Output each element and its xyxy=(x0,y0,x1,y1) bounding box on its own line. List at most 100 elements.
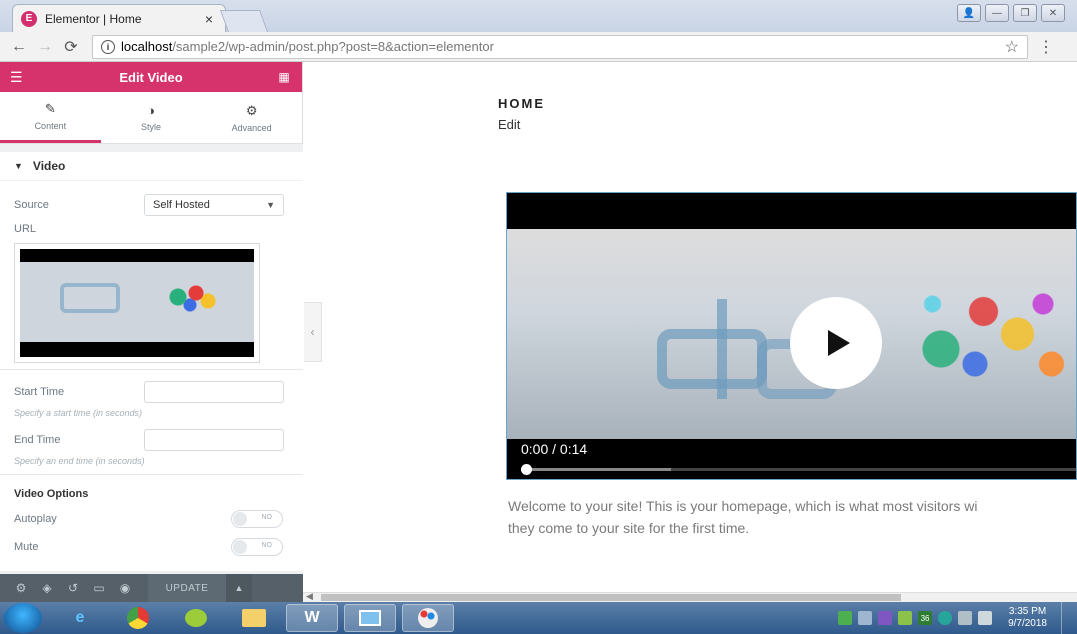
start-button[interactable] xyxy=(4,603,42,633)
url-host: localhost xyxy=(121,39,173,54)
address-bar-row: ← → ⟳ i localhost/sample2/wp-admin/post.… xyxy=(0,32,1077,62)
preview-eye-icon[interactable]: ◉ xyxy=(112,581,138,595)
play-button[interactable] xyxy=(790,297,882,389)
video-thumbnail xyxy=(20,249,254,357)
tab-advanced[interactable]: ⚙ Advanced xyxy=(201,92,302,143)
word-icon[interactable]: W xyxy=(286,604,338,632)
paint-icon[interactable] xyxy=(402,604,454,632)
progress-handle[interactable] xyxy=(521,464,532,475)
elementor-panel: ☰ Edit Video ▦ ✎ Content ◑ Style ⚙ Advan… xyxy=(0,62,303,602)
tab-content[interactable]: ✎ Content xyxy=(0,92,101,143)
browser-tab-strip: E Elementor | Home × 👤 — ❐ ✕ xyxy=(0,0,1077,32)
navigator-icon[interactable]: ◈ xyxy=(34,581,60,595)
edit-link[interactable]: Edit xyxy=(498,117,520,132)
screen: E Elementor | Home × 👤 — ❐ ✕ ← → ⟳ i loc… xyxy=(0,0,1077,634)
back-button[interactable]: ← xyxy=(8,38,30,56)
show-desktop-button[interactable] xyxy=(1061,602,1073,634)
panel-body: ▼ Video Source Self Hosted ▼ URL Start T… xyxy=(0,144,303,574)
history-icon[interactable]: ↺ xyxy=(60,581,86,595)
new-tab-button[interactable] xyxy=(219,10,269,32)
divider xyxy=(0,369,303,370)
browser-tab[interactable]: E Elementor | Home × xyxy=(12,4,226,32)
widgets-grid-icon[interactable]: ▦ xyxy=(276,70,292,84)
url-path: /sample2/wp-admin/post.php?post=8&action… xyxy=(172,39,494,54)
update-button[interactable]: UPDATE xyxy=(148,574,226,602)
internet-explorer-icon[interactable]: e xyxy=(54,604,106,632)
volume-icon[interactable] xyxy=(978,611,993,625)
close-window-button[interactable]: ✕ xyxy=(1041,4,1065,22)
autoplay-switch[interactable]: NO xyxy=(231,510,283,528)
maximize-button[interactable]: ❐ xyxy=(1013,4,1037,22)
video-player[interactable]: 0:00 / 0:14 xyxy=(506,192,1077,480)
flag-icon[interactable] xyxy=(858,611,873,625)
video-progress-bar[interactable] xyxy=(521,464,1076,475)
welcome-text: Welcome to your site! This is your homep… xyxy=(508,495,1077,539)
clock[interactable]: 3:35 PM 9/7/2018 xyxy=(1008,606,1047,630)
browser-menu-icon[interactable]: ⋮ xyxy=(1038,37,1054,57)
scrollbar-thumb[interactable] xyxy=(321,594,901,601)
gear-icon: ⚙ xyxy=(245,102,258,118)
end-time-hint: Specify an end time (in seconds) xyxy=(14,456,145,466)
bookmark-star-icon[interactable]: ☆ xyxy=(1005,37,1019,57)
tab-title: Elementor | Home xyxy=(45,11,142,26)
video-buffered xyxy=(521,468,671,471)
autoplay-state: NO xyxy=(261,514,273,521)
play-icon xyxy=(828,330,850,356)
folder-icon[interactable] xyxy=(228,604,280,632)
hamburger-menu-icon[interactable]: ☰ xyxy=(10,69,26,86)
user-icon[interactable]: 👤 xyxy=(957,4,981,22)
panel-header: ☰ Edit Video ▦ xyxy=(0,62,302,92)
tray-badge[interactable]: 36 xyxy=(918,611,933,625)
tray-refresh-icon[interactable] xyxy=(938,611,953,625)
contrast-icon: ◑ xyxy=(147,103,155,118)
collapse-panel-handle[interactable]: ‹ xyxy=(304,302,322,362)
url-label: URL xyxy=(14,223,37,235)
tab-advanced-label: Advanced xyxy=(231,122,272,133)
reload-button[interactable]: ⟳ xyxy=(60,37,82,57)
settings-icon[interactable]: ⚙ xyxy=(8,581,34,595)
remote-desktop-icon[interactable] xyxy=(344,604,396,632)
taskbar: e W 36 3:35 PM 9/7/2018 xyxy=(0,602,1077,634)
info-icon[interactable]: i xyxy=(101,39,115,54)
forward-button[interactable]: → xyxy=(34,38,56,56)
tray-check-icon[interactable] xyxy=(898,611,913,625)
end-time-row: End Time xyxy=(14,426,289,454)
thumbnail-splash xyxy=(160,277,220,317)
chrome-icon[interactable] xyxy=(112,604,164,632)
responsive-mode-icon[interactable]: ▭ xyxy=(86,581,112,595)
end-time-input[interactable] xyxy=(144,429,284,451)
close-icon[interactable]: × xyxy=(201,11,217,27)
welcome-line-1: Welcome to your site! This is your homep… xyxy=(508,498,978,514)
mute-row: Mute NO xyxy=(14,533,289,561)
divider xyxy=(0,474,303,475)
scroll-left-icon[interactable]: ◀ xyxy=(306,591,313,602)
panel-tabs: ✎ Content ◑ Style ⚙ Advanced xyxy=(0,92,302,144)
autoplay-label: Autoplay xyxy=(14,513,57,525)
section-video-toggle[interactable]: ▼ Video xyxy=(0,152,303,180)
source-select[interactable]: Self Hosted ▼ xyxy=(144,194,284,216)
tab-content-label: Content xyxy=(34,121,67,131)
video-options-heading: Video Options xyxy=(14,488,89,500)
horizontal-scrollbar[interactable]: ◀ xyxy=(303,591,1077,602)
minimize-button[interactable]: — xyxy=(985,4,1009,22)
app-icon[interactable] xyxy=(170,604,222,632)
clock-time: 3:35 PM xyxy=(1008,606,1047,617)
end-time-label: End Time xyxy=(14,434,61,446)
mute-switch[interactable]: NO xyxy=(231,538,283,556)
update-options-caret[interactable]: ▲ xyxy=(226,574,252,602)
panel-title: Edit Video xyxy=(119,69,183,85)
video-color-splash xyxy=(907,259,1076,409)
tab-style[interactable]: ◑ Style xyxy=(101,92,202,143)
url-input[interactable]: i localhost/sample2/wp-admin/post.php?po… xyxy=(92,34,1028,59)
start-time-hint: Specify a start time (in seconds) xyxy=(14,408,143,418)
panel-footer: ⚙ ◈ ↺ ▭ ◉ UPDATE ▲ xyxy=(0,574,303,602)
tray-green-icon[interactable] xyxy=(838,611,853,625)
welcome-line-2: they come to your site for the first tim… xyxy=(508,520,750,536)
start-time-input[interactable] xyxy=(144,381,284,403)
media-picker[interactable] xyxy=(14,243,260,363)
tray-network-icon[interactable] xyxy=(958,611,973,625)
start-time-row: Start Time xyxy=(14,378,289,406)
tray-app-icon[interactable] xyxy=(878,611,893,625)
url-text: localhost/sample2/wp-admin/post.php?post… xyxy=(121,39,1005,54)
section-title: Video xyxy=(32,159,66,173)
